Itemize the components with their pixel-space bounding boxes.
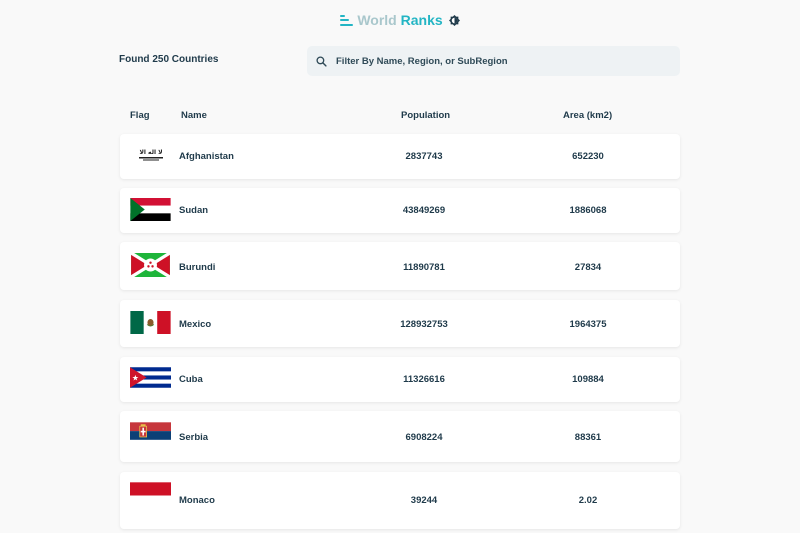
country-population: 11326616	[403, 374, 445, 385]
mexico-flag	[130, 311, 171, 334]
search-input[interactable]	[336, 55, 656, 67]
country-area: 1964375	[569, 319, 607, 330]
country-area: 88361	[574, 432, 602, 443]
country-population: 6908224	[405, 432, 443, 443]
country-area: 1886068	[569, 205, 607, 216]
serbia-flag	[130, 422, 171, 449]
country-population: 11890781	[403, 262, 445, 273]
search-bar[interactable]	[307, 46, 680, 76]
country-population: 39244	[410, 495, 438, 506]
theme-toggle-icon[interactable]	[448, 14, 460, 26]
column-header-population[interactable]: Population	[401, 110, 450, 121]
country-name[interactable]: Mexico	[179, 319, 211, 330]
column-header-flag[interactable]: Flag	[130, 110, 150, 121]
country-name[interactable]: Burundi	[179, 262, 215, 273]
app-title-ranks: Ranks	[400, 12, 443, 28]
table-row[interactable]: Burundi 11890781 27834	[120, 242, 680, 290]
table-header: Flag Name Population Area (km2)	[0, 110, 800, 124]
column-header-name[interactable]: Name	[181, 110, 207, 121]
svg-text:ﻻ ﺍﻟﻪ ﺍﻻ: ﻻ ﺍﻟﻪ ﺍﻻ	[139, 149, 162, 156]
table-row[interactable]: Monaco 39244 2.02	[120, 472, 680, 529]
country-name[interactable]: Cuba	[179, 374, 203, 385]
monaco-flag	[130, 482, 171, 509]
country-name[interactable]: Sudan	[179, 205, 208, 216]
country-area: 2.02	[578, 495, 598, 506]
country-area: 27834	[574, 262, 602, 273]
table-row[interactable]: Mexico 128932753 1964375	[120, 300, 680, 347]
table-row[interactable]: Cuba 11326616 109884	[120, 357, 680, 402]
app-header: World Ranks	[0, 10, 800, 30]
country-population: 128932753	[400, 319, 448, 330]
table-row[interactable]: Sudan 43849269 1886068	[120, 188, 680, 233]
app-title[interactable]: World Ranks	[357, 12, 442, 28]
country-name[interactable]: Monaco	[179, 495, 215, 506]
app-title-world: World	[357, 12, 397, 28]
country-name[interactable]: Afghanistan	[179, 151, 234, 162]
table-row[interactable]: ﻻ ﺍﻟﻪ ﺍﻻ Afghanistan 2837743 652230	[120, 134, 680, 179]
bar-chart-icon	[340, 14, 354, 26]
country-name[interactable]: Serbia	[179, 432, 208, 443]
country-population: 43849269	[402, 205, 446, 216]
burundi-flag	[130, 253, 171, 277]
results-count: Found 250 Countries	[119, 54, 219, 65]
sudan-flag	[130, 198, 171, 221]
country-population: 2837743	[405, 151, 443, 162]
country-area: 652230	[572, 151, 604, 162]
country-area: 109884	[572, 374, 604, 385]
cuba-flag	[130, 367, 171, 388]
afghanistan-flag: ﻻ ﺍﻟﻪ ﺍﻻ	[135, 145, 167, 165]
column-header-area[interactable]: Area (km2)	[563, 110, 612, 121]
table-row[interactable]: Serbia 6908224 88361	[120, 411, 680, 462]
search-icon	[316, 55, 327, 67]
